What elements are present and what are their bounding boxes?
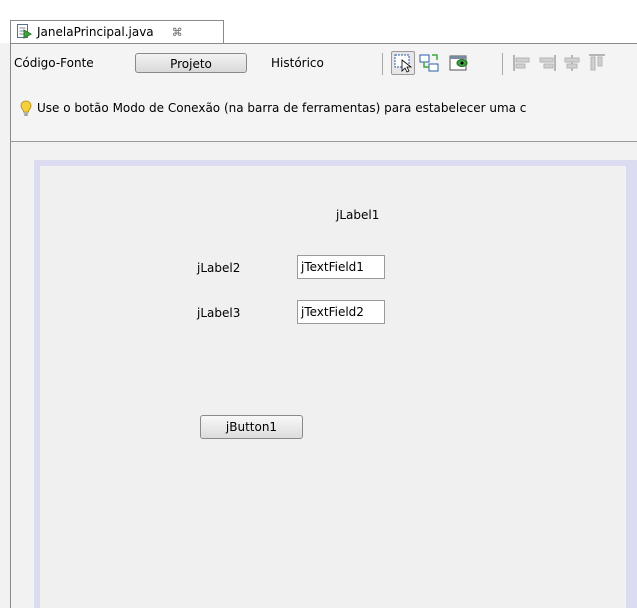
align-left-icon (511, 55, 533, 77)
toolbar-separator (502, 53, 503, 75)
toolbar-separator (382, 53, 383, 75)
jtextfield2[interactable]: jTextField2 (297, 300, 385, 324)
design-view-button[interactable]: Projeto (135, 53, 247, 73)
editor-tab-title: JanelaPrincipal.java (37, 25, 154, 39)
editor-tab[interactable]: JanelaPrincipal.java ⌘ (10, 20, 224, 43)
selection-mode-icon (392, 54, 414, 77)
source-view-button[interactable]: Código-Fonte (14, 53, 114, 73)
jbutton1[interactable]: jButton1 (200, 415, 303, 439)
align-top-icon (586, 54, 608, 77)
connection-mode-icon (418, 54, 440, 77)
preview-design-icon (448, 55, 470, 77)
selection-mode-button[interactable] (391, 51, 415, 75)
jlabel1[interactable]: jLabel1 (336, 208, 379, 222)
align-top-button[interactable] (586, 52, 608, 74)
lightbulb-icon (20, 100, 32, 120)
align-right-button[interactable] (536, 52, 558, 74)
form-frame: jLabel1 jLabel2 jTextField1 jLabel3 jTex… (34, 160, 637, 608)
hint-bar: Use o botão Modo de Conexão (na barra de… (10, 79, 637, 141)
jlabel2[interactable]: jLabel2 (197, 261, 240, 275)
java-file-icon (16, 23, 33, 42)
jtextfield1[interactable]: jTextField1 (297, 255, 385, 279)
center-horizontally-icon (561, 55, 583, 77)
connection-mode-button[interactable] (418, 52, 440, 74)
align-right-icon (536, 55, 558, 77)
hint-text: Use o botão Modo de Conexão (na barra de… (37, 101, 527, 115)
history-view-button[interactable]: Histórico (271, 53, 351, 73)
preview-design-button[interactable] (448, 52, 470, 74)
design-toolbar: Código-Fonte Projeto Histórico (10, 43, 637, 79)
center-horizontally-button[interactable] (561, 52, 583, 74)
close-tab-icon[interactable]: ⌘ (172, 26, 183, 39)
jlabel3[interactable]: jLabel3 (197, 306, 240, 320)
align-left-button[interactable] (511, 52, 533, 74)
form-panel[interactable]: jLabel1 jLabel2 jTextField1 jLabel3 jTex… (40, 166, 626, 608)
